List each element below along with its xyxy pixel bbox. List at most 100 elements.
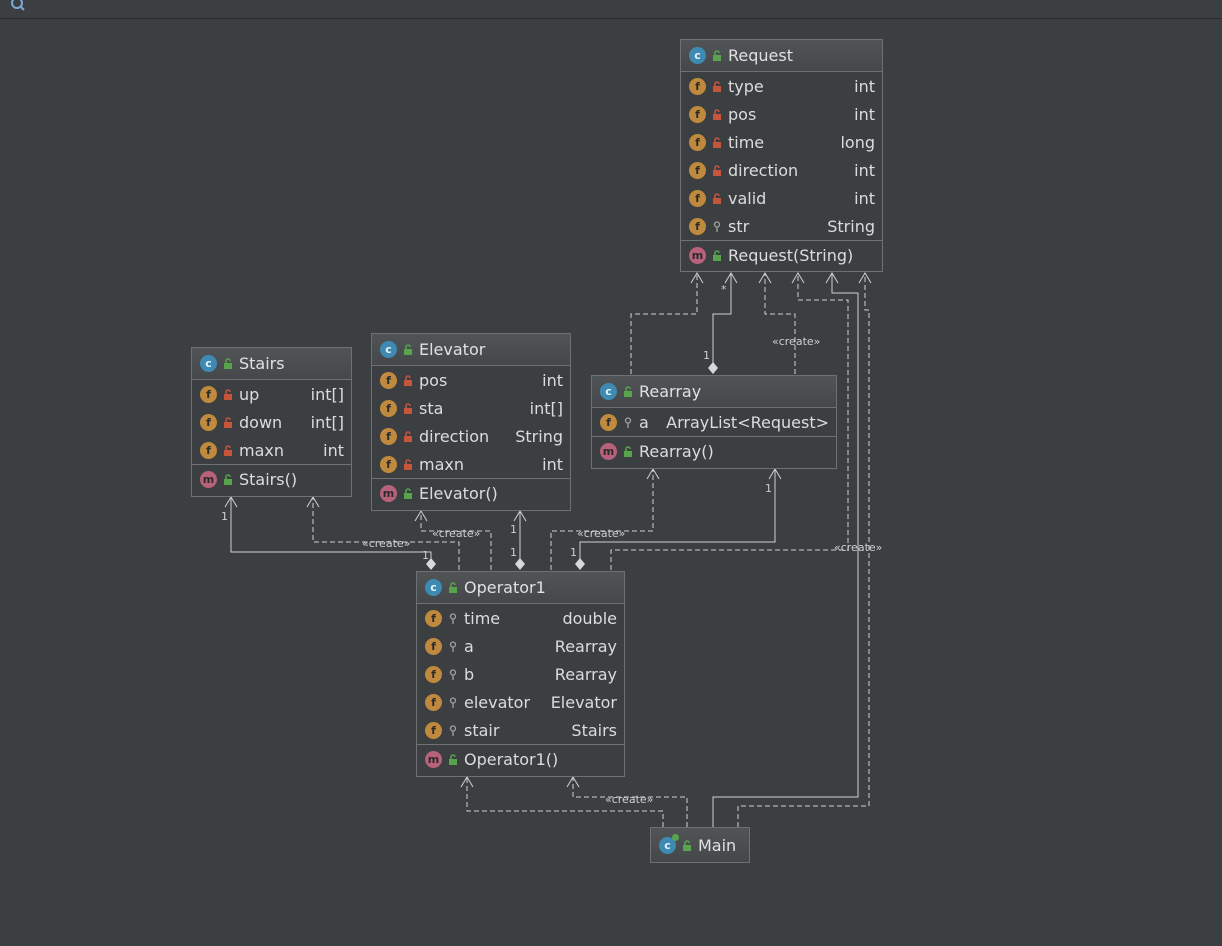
field-row[interactable]: f direction String [372, 422, 570, 450]
package-visibility-icon [711, 220, 723, 232]
method-name: Elevator() [419, 483, 498, 503]
field-name: time [464, 608, 501, 628]
field-icon: f [425, 609, 442, 627]
field-name: str [728, 216, 750, 236]
field-name: down [239, 412, 283, 432]
method-row[interactable]: m Stairs() [192, 465, 351, 493]
private-lock-icon [402, 458, 414, 470]
class-request[interactable]: c Request f type int f pos int f time long f direc… [680, 39, 883, 272]
field-row[interactable]: f a ArrayList<Request> [592, 408, 836, 436]
public-icon [622, 386, 634, 398]
class-name: Main [698, 835, 737, 855]
field-row[interactable]: f b Rearray [417, 660, 624, 688]
mult-request-many: * [721, 283, 727, 296]
package-visibility-icon [447, 696, 459, 708]
method-row[interactable]: m Operator1() [417, 745, 624, 773]
class-operator1[interactable]: c Operator1 f time double f a Rearray f b Rearra… [416, 571, 625, 777]
field-type: String [827, 216, 875, 236]
method-row[interactable]: m Request(String) [681, 241, 882, 269]
private-lock-icon [711, 192, 723, 204]
field-row[interactable]: f maxn int [372, 450, 570, 478]
mult-op-rearray: 1 [570, 546, 577, 559]
field-row[interactable]: f pos int [372, 366, 570, 394]
field-icon: f [380, 371, 397, 389]
public-lock-icon [402, 487, 414, 499]
class-name: Elevator [419, 340, 486, 359]
field-icon: f [380, 399, 397, 417]
field-row[interactable]: f valid int [681, 184, 882, 212]
class-name: Stairs [239, 354, 285, 373]
field-name: stair [464, 720, 500, 740]
package-visibility-icon [447, 612, 459, 624]
private-lock-icon [402, 430, 414, 442]
class-icon: c [600, 383, 617, 400]
public-lock-icon [447, 753, 459, 765]
label-create-rearray-op: «create» [577, 527, 625, 540]
label-create-elevator: «create» [432, 527, 480, 540]
field-row[interactable]: f str String [681, 212, 882, 240]
fields-list: f time double f a Rearray f b Rearray f elevator El… [417, 604, 624, 744]
mult-elevator-one: 1 [510, 523, 517, 536]
method-icon: m [380, 484, 397, 502]
field-type: Rearray [554, 636, 617, 656]
class-name: Operator1 [464, 578, 546, 597]
field-name: maxn [239, 440, 284, 460]
edge-operator-rearray [579, 469, 776, 559]
field-type: int[] [310, 412, 344, 432]
field-type: int [854, 160, 875, 180]
class-rearray[interactable]: c Rearray f a ArrayList<Request> m Rearray(… [591, 375, 837, 469]
package-visibility-icon [447, 640, 459, 652]
method-row[interactable]: m Rearray() [592, 437, 836, 465]
field-type: Elevator [550, 692, 617, 712]
class-name: Rearray [639, 382, 702, 401]
field-row[interactable]: f elevator Elevator [417, 688, 624, 716]
label-create-rearray: «create» [772, 335, 820, 348]
field-icon: f [425, 665, 442, 683]
field-row[interactable]: f pos int [681, 100, 882, 128]
field-row[interactable]: f stair Stairs [417, 716, 624, 744]
field-type: String [515, 426, 563, 446]
field-name: direction [419, 426, 490, 446]
field-row[interactable]: f type int [681, 72, 882, 100]
label-create-stairs: «create» [362, 537, 410, 550]
field-icon: f [200, 413, 217, 431]
field-row[interactable]: f time double [417, 604, 624, 632]
private-lock-icon [402, 402, 414, 414]
public-lock-icon [622, 445, 634, 457]
method-name: Request(String) [728, 245, 854, 265]
class-elevator[interactable]: c Elevator f pos int f sta int[] f direction Str… [371, 333, 571, 511]
field-type: int [323, 440, 344, 460]
field-icon: f [689, 161, 706, 179]
method-row[interactable]: m Elevator() [372, 479, 570, 507]
fields-list: f up int[] f down int[] f maxn int [192, 380, 351, 464]
diamond-operator-elevator [515, 558, 525, 570]
field-name: maxn [419, 454, 464, 474]
class-main[interactable]: c Main [650, 827, 750, 863]
field-icon: f [689, 105, 706, 123]
field-row[interactable]: f sta int[] [372, 394, 570, 422]
method-name: Rearray() [639, 441, 714, 461]
field-type: int [854, 188, 875, 208]
private-lock-icon [222, 416, 234, 428]
field-type: int [854, 76, 875, 96]
fields-list: f type int f pos int f time long f direction int f va… [681, 72, 882, 240]
class-stairs[interactable]: c Stairs f up int[] f down int[] f maxn int m Sta… [191, 347, 352, 497]
method-icon: m [200, 470, 217, 488]
field-row[interactable]: f up int[] [192, 380, 351, 408]
class-icon: c [200, 355, 217, 372]
field-name: pos [728, 104, 757, 124]
field-row[interactable]: f a Rearray [417, 632, 624, 660]
package-visibility-icon [447, 668, 459, 680]
class-icon: c [689, 47, 706, 64]
field-row[interactable]: f down int[] [192, 408, 351, 436]
package-visibility-icon [622, 416, 634, 428]
field-row[interactable]: f maxn int [192, 436, 351, 464]
field-row[interactable]: f direction int [681, 156, 882, 184]
field-icon: f [200, 441, 217, 459]
methods-list: m Request(String) [681, 240, 882, 269]
field-name: elevator [464, 692, 531, 712]
fields-list: f a ArrayList<Request> [592, 408, 836, 436]
field-row[interactable]: f time long [681, 128, 882, 156]
relationship-edges: * 1 «create» 1 1 «create» 1 1 «create» 1… [221, 272, 882, 827]
public-icon [711, 50, 723, 62]
